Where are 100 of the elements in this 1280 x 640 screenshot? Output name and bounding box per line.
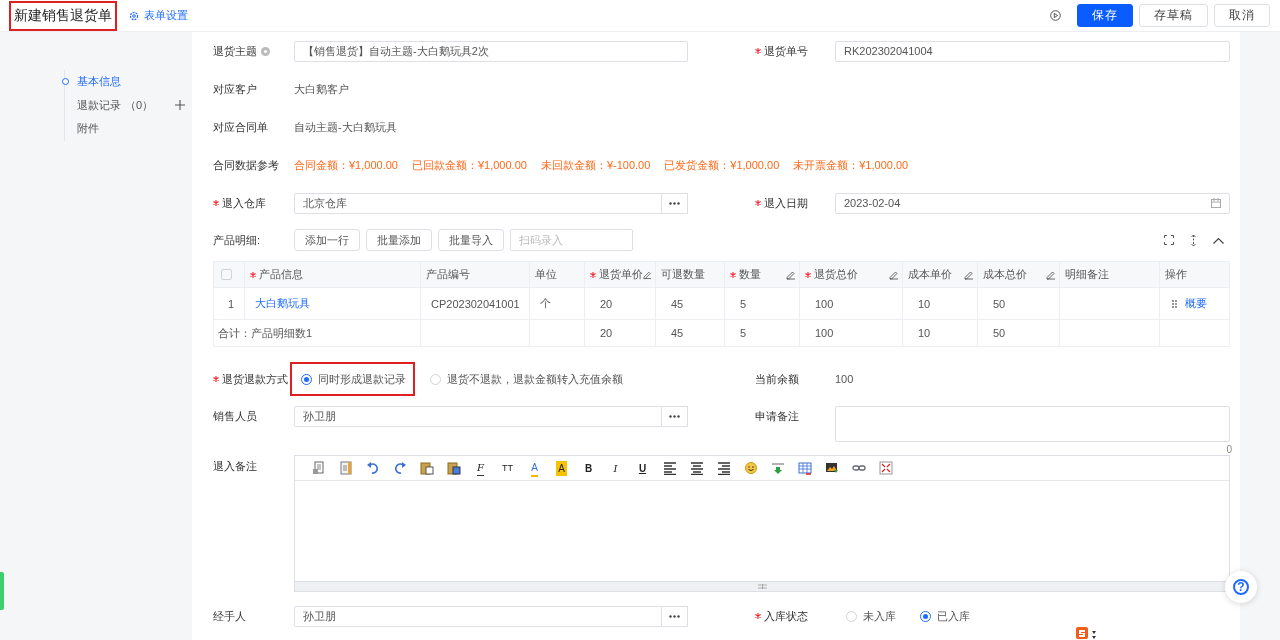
undo-icon: [365, 461, 380, 475]
page-title: 新建销售退货单: [9, 0, 117, 31]
more-button[interactable]: [662, 192, 688, 214]
total-cell: 50: [977, 319, 1060, 347]
table-action-button[interactable]: 批量导入: [438, 229, 504, 251]
column-header: 退货总价: [814, 267, 859, 282]
column-header: 成本总价: [983, 267, 1028, 282]
more-icon: [669, 415, 680, 418]
radio-label: 未入库: [863, 608, 896, 624]
field-label: 合同数据参考: [213, 157, 279, 173]
form-settings-link[interactable]: 表单设置: [129, 8, 188, 23]
align-right-icon: [716, 461, 731, 475]
more-icon: [669, 614, 680, 618]
field-value: 100: [835, 373, 855, 385]
smiley-icon: [743, 461, 758, 475]
vertical-arrows-icon: [1191, 234, 1196, 246]
field-label: 对应合同单: [213, 119, 268, 135]
font-button[interactable]: F: [477, 460, 484, 476]
table-icon: [797, 461, 812, 475]
column-header: 产品编号: [426, 267, 471, 282]
column-header: 单位: [535, 267, 558, 282]
help-button[interactable]: ?: [1225, 571, 1257, 603]
radio-label: 退货不退款，退款金额转入充值余额: [447, 371, 623, 387]
table-cell: 50: [977, 287, 1060, 320]
table-cell: 1: [213, 287, 245, 320]
radio-option[interactable]: 同时形成退款记录: [290, 362, 415, 396]
rich-text-editor[interactable]: F TT A A B I U: [294, 455, 1230, 592]
total-cell: 10: [902, 319, 978, 347]
column-header: 成本单价: [908, 267, 953, 282]
field-label: 退货单号: [764, 43, 808, 59]
toolbar-button[interactable]: 取消: [1214, 4, 1270, 27]
table-cell: 20: [584, 287, 656, 320]
checkbox[interactable]: [221, 269, 232, 280]
date-field[interactable]: 2023-02-04: [835, 192, 1230, 214]
field-label: 经手人: [213, 608, 246, 624]
table-action-button[interactable]: 添加一行: [294, 229, 360, 251]
field-label: 入库状态: [764, 608, 808, 624]
text-field[interactable]: 北京仓库: [294, 192, 662, 214]
column-header: 产品信息: [259, 267, 304, 282]
chevron-up-icon: [1213, 236, 1224, 244]
table-cell: 5: [724, 287, 800, 320]
table-action-button[interactable]: 批量添加: [366, 229, 432, 251]
total-cell: 20: [584, 319, 656, 347]
redo-icon: [392, 461, 407, 475]
font-size-button[interactable]: TT: [502, 460, 513, 476]
save-button[interactable]: 保存: [1077, 4, 1133, 27]
total-cell: 100: [799, 319, 903, 347]
play-circle-icon: [1050, 10, 1061, 21]
highlight-button[interactable]: A: [556, 460, 567, 476]
summary-label: 合计：产品明细数1: [213, 319, 421, 347]
field-label: 退货退款方式: [222, 371, 288, 387]
radio-option[interactable]: 未入库: [835, 600, 905, 632]
field-label: 退入仓库: [222, 195, 266, 211]
underline-button[interactable]: U: [638, 460, 647, 476]
more-button[interactable]: [662, 605, 688, 627]
count-text: （0）: [125, 97, 154, 113]
toolbar-button[interactable]: 存草稿: [1139, 4, 1208, 27]
fullscreen-icon: [1164, 235, 1174, 245]
bold-button[interactable]: B: [584, 460, 593, 476]
product-link[interactable]: 大白鹅玩具: [255, 297, 310, 309]
table-cell: 100: [799, 287, 903, 320]
field-label: 产品明细:: [213, 232, 261, 248]
column-header: 可退数量: [661, 267, 706, 282]
radio-label: 同时形成退款记录: [318, 371, 406, 387]
more-icon: [669, 201, 680, 205]
align-center-icon: [689, 461, 704, 475]
nav-item[interactable]: 基本信息: [77, 74, 121, 90]
field-label: 销售人员: [213, 409, 257, 424]
column-header: 数量: [739, 267, 762, 282]
nav-item[interactable]: 附件: [77, 121, 99, 137]
field-label: 退入备注: [213, 459, 257, 474]
summary-link[interactable]: 概要: [1185, 296, 1207, 311]
column-header: 操作: [1165, 267, 1188, 282]
more-button[interactable]: [662, 406, 688, 427]
table-cell: 个: [529, 287, 585, 320]
field-label: 退入日期: [764, 195, 808, 211]
nav-item[interactable]: 退款记录: [77, 97, 121, 113]
image-icon: [824, 461, 839, 475]
horizontal-line-icon: [770, 461, 785, 475]
text-field[interactable]: 孙卫朋: [294, 605, 662, 627]
column-header: 明细备注: [1065, 267, 1110, 282]
document-icon: [338, 461, 353, 475]
amount-text: 未开票金额：¥1,000.00: [793, 157, 909, 173]
font-color-button[interactable]: A: [531, 459, 538, 477]
italic-button[interactable]: I: [613, 460, 618, 476]
radio-option[interactable]: 已入库: [909, 600, 979, 632]
text-field[interactable]: 【销售退货】自动主题-大白鹅玩具2次: [294, 40, 688, 62]
radio-option[interactable]: 退货不退款，退款金额转入充值余额: [419, 363, 632, 395]
text-field[interactable]: RK202302041004: [835, 40, 1230, 62]
text-field[interactable]: 孙卫朋: [294, 406, 662, 427]
field-value: 大白鹅客户: [294, 81, 350, 97]
table-cell: 10: [902, 287, 978, 320]
gear-icon: [129, 10, 139, 21]
field-value: 自动主题-大白鹅玩具: [294, 119, 398, 135]
fullscreen-icon: [878, 461, 893, 475]
amount-text: 已发货金额：¥1,000.00: [664, 157, 780, 173]
radio-label: 已入库: [937, 608, 970, 624]
character-count: 0: [1226, 444, 1232, 455]
field-label: 对应客户: [213, 81, 257, 97]
total-cell: 45: [655, 319, 725, 347]
